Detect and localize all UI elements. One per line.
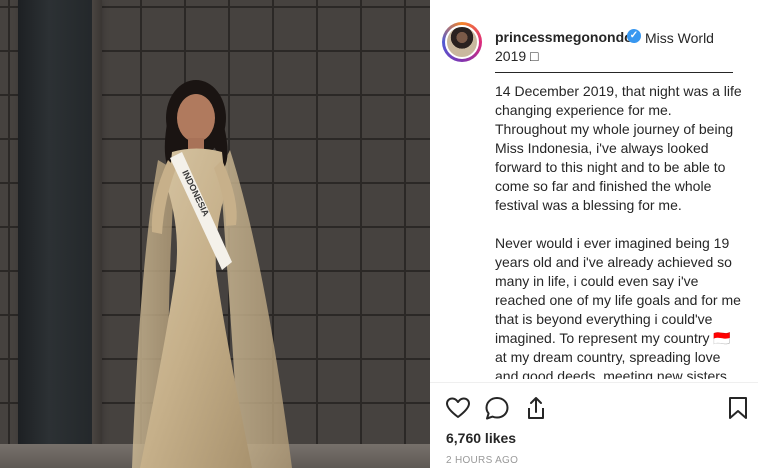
post-image[interactable]: INDONESIA <box>0 0 430 468</box>
gown-figure: INDONESIA <box>132 80 292 468</box>
bookmark-icon[interactable] <box>724 394 752 422</box>
heart-icon[interactable] <box>444 394 472 422</box>
caption-divider <box>495 72 733 73</box>
caption-paragraph: 14 December 2019, that night was a life … <box>495 83 742 213</box>
action-bar <box>430 392 758 424</box>
post-timestamp[interactable]: 2 HOURS AGO <box>446 455 518 466</box>
avatar[interactable] <box>442 22 482 62</box>
share-icon[interactable] <box>522 394 550 422</box>
post-header: princessmegonondo ✓ Miss World 2019 □ <box>430 0 758 72</box>
username-link[interactable]: princessmegonondo <box>495 29 633 45</box>
verified-badge-icon: ✓ <box>627 29 641 43</box>
comment-icon[interactable] <box>483 394 511 422</box>
post-panel: princessmegonondo ✓ Miss World 2019 □ 14… <box>430 0 758 468</box>
post-caption: 14 December 2019, that night was a life … <box>495 82 745 379</box>
caption-paragraph: Never would i ever imagined being 19 yea… <box>495 235 741 379</box>
likes-count[interactable]: 6,760 likes <box>446 430 516 446</box>
avatar-image <box>445 25 479 59</box>
header-caption-line1: Miss World <box>645 30 714 46</box>
header-caption-line2: 2019 □ <box>495 48 539 64</box>
actions-divider <box>430 382 758 383</box>
